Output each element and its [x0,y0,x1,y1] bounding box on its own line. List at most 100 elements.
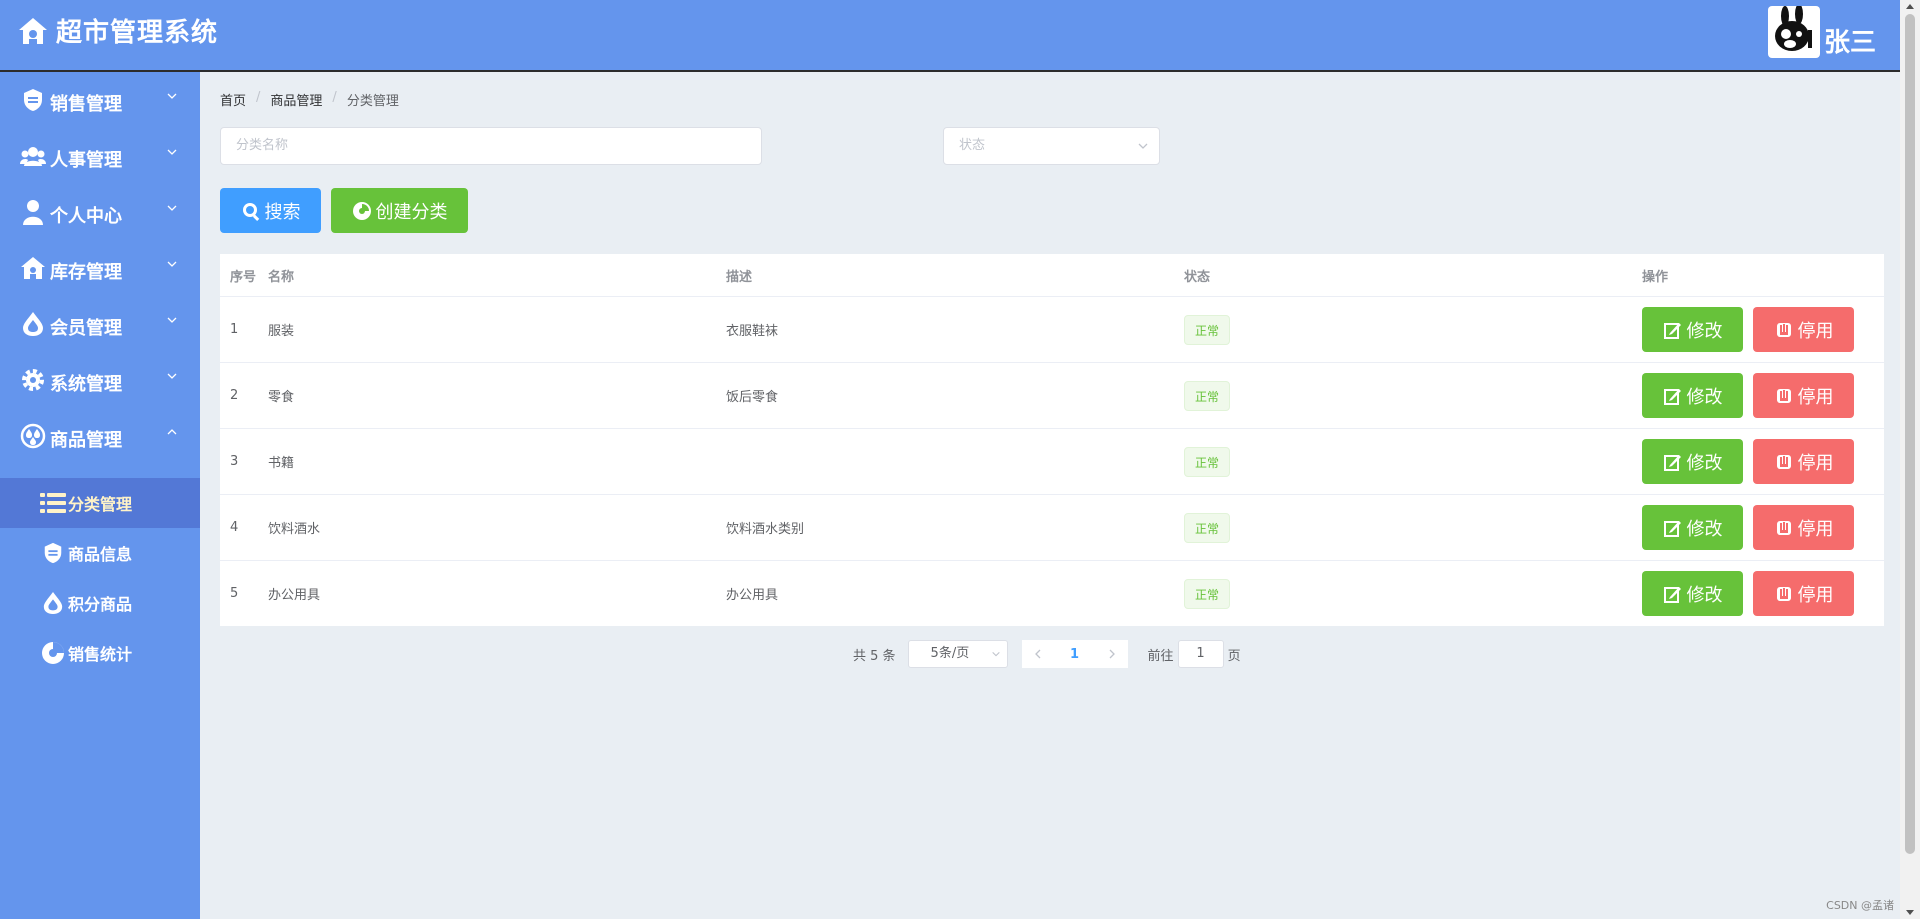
app-title: 超市管理系统 [56,18,219,48]
cell-desc: 饮料酒水类别 [726,522,805,537]
top-header: 超市管理系统 张三 [0,0,1900,72]
breadcrumb-current: 分类管理 [346,94,399,109]
sidebar-subitem-points-goods[interactable]: 积分商品 [0,578,200,628]
cell-index: 1 [230,322,239,337]
list-icon [40,490,66,516]
status-badge: 正常 [1184,512,1231,543]
breadcrumb-goods[interactable]: 商品管理 [270,90,322,109]
sidebar-item-label: 系统管理 [50,374,122,395]
edit-button[interactable]: 修改 [1642,571,1743,616]
scroll-up-arrow-icon[interactable] [1906,4,1914,9]
main-content: 首页 / 商品管理 / 分类管理 分类名称 状态 搜索 创建分类 序号 名称 描… [200,72,1900,919]
table-row: 5 办公用具 办公用具 正常 修改 停用 [220,561,1884,626]
sidebar-subitem-category[interactable]: 分类管理 [0,478,200,528]
status-badge: 正常 [1184,578,1231,609]
create-category-label: 创建分类 [375,201,448,223]
chevron-down-icon [991,651,1000,657]
drop-icon [40,590,66,616]
chevron-down-icon [167,373,177,379]
disable-button[interactable]: 停用 [1753,505,1854,550]
cell-desc: 饭后零食 [726,390,779,405]
status-select[interactable]: 状态 [943,127,1160,165]
edit-button[interactable]: 修改 [1642,307,1743,352]
create-category-button[interactable]: 创建分类 [331,188,468,233]
cell-name: 饮料酒水 [268,522,321,537]
hand-stop-icon [1774,452,1794,472]
search-button[interactable]: 搜索 [220,188,321,233]
sidebar-item-profile[interactable]: 个人中心 [0,184,200,240]
edit-button[interactable]: 修改 [1642,505,1743,550]
sidebar-item-goods[interactable]: 商品管理 [0,408,200,464]
goods-icon [20,423,46,449]
chevron-up-icon [167,429,177,435]
edit-label: 修改 [1686,518,1723,540]
shield-icon [20,87,46,113]
goto-page-input[interactable]: 1 [1177,640,1224,668]
search-button-label: 搜索 [264,201,301,223]
plus-circle-icon [352,201,372,221]
avatar[interactable] [1767,6,1820,58]
gear-icon [20,367,46,393]
disable-button[interactable]: 停用 [1753,373,1854,418]
sidebar-item-members[interactable]: 会员管理 [0,296,200,352]
sidebar-item-sales[interactable]: 销售管理 [0,72,200,128]
people-icon [20,143,46,169]
table-row: 4 饮料酒水 饮料酒水类别 正常 修改 停用 [220,495,1884,561]
disable-label: 停用 [1797,386,1834,408]
edit-icon [1663,452,1683,472]
header-name: 名称 [268,269,295,285]
next-page-button[interactable] [1096,640,1128,668]
home-icon [19,17,47,44]
disable-button[interactable]: 停用 [1753,439,1854,484]
chevron-down-icon [167,261,177,267]
status-badge: 正常 [1184,446,1231,477]
chart-icon [40,640,66,666]
breadcrumb-home[interactable]: 首页 [220,90,246,109]
header-status: 状态 [1184,269,1211,285]
sidebar-item-label: 库存管理 [50,262,122,283]
edit-icon [1663,320,1683,340]
pager-controls: 1 [1021,640,1128,668]
disable-button[interactable]: 停用 [1753,307,1854,352]
sidebar: 销售管理 人事管理 个人中心 库存管理 会员管理 系统管理 商品管理 分类管理 … [0,72,200,919]
warehouse-icon [20,255,46,281]
header-desc: 描述 [726,269,753,285]
user-menu[interactable]: 张三 [1767,6,1876,58]
chevron-down-icon [167,317,177,323]
status-select-placeholder: 状态 [959,138,986,153]
edit-icon [1663,386,1683,406]
edit-button[interactable]: 修改 [1642,439,1743,484]
sidebar-item-inventory[interactable]: 库存管理 [0,240,200,296]
sidebar-subitem-goods-info[interactable]: 商品信息 [0,528,200,578]
vertical-scrollbar[interactable] [1900,0,1920,919]
hand-stop-icon [1774,584,1794,604]
cell-desc: 衣服鞋袜 [726,324,779,339]
table-row: 2 零食 饭后零食 正常 修改 停用 [220,363,1884,429]
sidebar-item-hr[interactable]: 人事管理 [0,128,200,184]
cell-name: 书籍 [268,456,295,471]
sidebar-subitem-sales-stats[interactable]: 销售统计 [0,628,200,678]
cell-index: 2 [230,388,239,403]
username[interactable]: 张三 [1824,28,1876,58]
page-size-value: 5条/页 [930,646,970,661]
scroll-thumb[interactable] [1905,14,1915,854]
app-logo: 超市管理系统 [18,12,218,49]
breadcrumb: 首页 / 商品管理 / 分类管理 [220,90,399,109]
disable-label: 停用 [1797,320,1834,342]
table-row: 1 服装 衣服鞋袜 正常 修改 停用 [220,297,1884,363]
edit-button[interactable]: 修改 [1642,373,1743,418]
hand-stop-icon [1774,518,1794,538]
edit-icon [1663,584,1683,604]
sidebar-item-system[interactable]: 系统管理 [0,352,200,408]
chevron-right-icon [1109,649,1115,659]
disable-button[interactable]: 停用 [1753,571,1854,616]
sidebar-item-label: 商品管理 [50,430,122,451]
table-row: 3 书籍 正常 修改 停用 [220,429,1884,495]
scroll-down-arrow-icon[interactable] [1906,910,1914,915]
page-number-current[interactable]: 1 [1054,647,1096,662]
category-name-input[interactable]: 分类名称 [220,127,762,165]
page-size-select[interactable]: 5条/页 [907,640,1008,668]
prev-page-button[interactable] [1022,640,1054,668]
search-icon [241,201,261,221]
disable-label: 停用 [1797,452,1834,474]
